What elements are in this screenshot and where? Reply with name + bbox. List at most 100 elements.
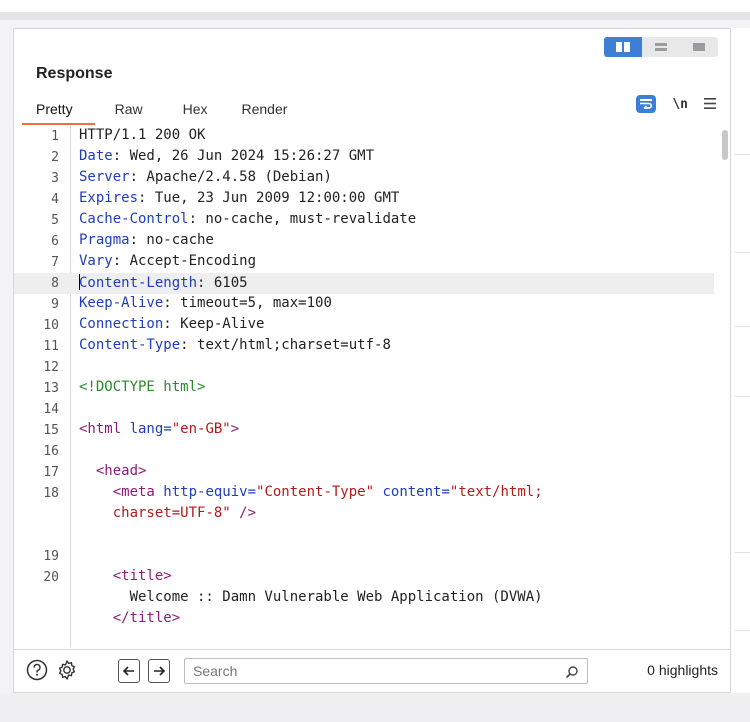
line-content: Vary: Accept-Encoding bbox=[79, 253, 256, 269]
code-line[interactable]: 13 <!DOCTYPE html> bbox=[14, 378, 714, 399]
editor-toolbar: \n bbox=[636, 95, 716, 113]
line-number: 19 bbox=[43, 549, 59, 564]
code-line[interactable]: 14 bbox=[14, 399, 714, 420]
token: http-equiv= bbox=[163, 484, 257, 500]
search-icon[interactable] bbox=[565, 664, 579, 683]
line-content: Cache-Control: no-cache, must-revalidate bbox=[79, 211, 416, 227]
line-content: Expires: Tue, 23 Jun 2009 12:00:00 GMT bbox=[79, 190, 399, 206]
tab-pretty[interactable]: Pretty bbox=[22, 93, 95, 125]
search-bar: 0 highlights bbox=[14, 649, 730, 692]
code-line[interactable]: 12 bbox=[14, 357, 714, 378]
split-view-icon[interactable] bbox=[604, 37, 642, 57]
status-strip bbox=[0, 693, 750, 722]
token: Date bbox=[79, 148, 113, 164]
line-content: <head> bbox=[79, 463, 147, 479]
horizontal-view-icon[interactable] bbox=[642, 37, 680, 57]
newline-toggle[interactable]: \n bbox=[672, 97, 688, 112]
line-number: 2 bbox=[51, 150, 59, 165]
top-divider bbox=[0, 12, 750, 20]
line-content: HTTP/1.1 200 OK bbox=[79, 127, 205, 143]
view-tabs: Pretty Raw Hex Render bbox=[22, 93, 309, 125]
line-content: Keep-Alive: timeout=5, max=100 bbox=[79, 295, 332, 311]
line-content: Date: Wed, 26 Jun 2024 15:26:27 GMT bbox=[79, 148, 374, 164]
token: "Content-Type" bbox=[256, 484, 375, 500]
code-line[interactable]: </title> bbox=[14, 609, 714, 630]
single-view-icon[interactable] bbox=[680, 37, 718, 57]
token: Vary bbox=[79, 253, 113, 269]
line-number: 14 bbox=[43, 402, 59, 417]
token: : text/html;charset=utf-8 bbox=[180, 337, 391, 353]
code-line[interactable]: 15 <html lang="en-GB"> bbox=[14, 420, 714, 441]
help-icon[interactable] bbox=[26, 659, 48, 681]
code-line[interactable]: 9 Keep-Alive: timeout=5, max=100 bbox=[14, 294, 714, 315]
token: </title> bbox=[112, 610, 181, 626]
token: <!DOCTYPE html> bbox=[79, 379, 206, 395]
forward-arrow-icon[interactable] bbox=[148, 659, 170, 683]
line-content: <!DOCTYPE html> bbox=[79, 379, 205, 395]
line-number: 1 bbox=[51, 129, 59, 144]
line-number: 9 bbox=[51, 297, 59, 312]
line-content: Content-Type: text/html;charset=utf-8 bbox=[79, 337, 391, 353]
code-line[interactable]: 3 Server: Apache/2.4.58 (Debian) bbox=[14, 168, 714, 189]
code-line[interactable]: 19 bbox=[14, 546, 714, 567]
line-content: Pragma: no-cache bbox=[79, 232, 214, 248]
code-line[interactable]: 4 Expires: Tue, 23 Jun 2009 12:00:00 GMT bbox=[14, 189, 714, 210]
token: : Wed, 26 Jun 2024 15:26:27 GMT bbox=[112, 148, 375, 164]
code-line[interactable]: 11 Content-Type: text/html;charset=utf-8 bbox=[14, 336, 714, 357]
code-line[interactable]: 1 HTTP/1.1 200 OK bbox=[14, 126, 714, 147]
line-number: 6 bbox=[51, 234, 59, 249]
tab-hex[interactable]: Hex bbox=[165, 93, 230, 125]
search-input[interactable] bbox=[193, 662, 553, 680]
token: /> bbox=[239, 505, 257, 521]
token: > bbox=[230, 421, 240, 437]
wrap-lines-icon[interactable] bbox=[636, 95, 657, 113]
line-number: 17 bbox=[43, 465, 59, 480]
code-line[interactable] bbox=[14, 525, 714, 546]
line-number: 4 bbox=[51, 192, 59, 207]
line-number: 18 bbox=[43, 486, 59, 501]
code-line[interactable]: 18 <meta http-equiv="Content-Type" conte… bbox=[14, 483, 714, 504]
line-content: charset=UTF-8" /> bbox=[79, 505, 256, 521]
code-line[interactable]: 6 Pragma: no-cache bbox=[14, 231, 714, 252]
token: Content-Length bbox=[79, 275, 198, 291]
code-line[interactable]: 8 Content-Length: 6105 bbox=[14, 273, 714, 294]
token: <title> bbox=[112, 568, 172, 584]
token: : Tue, 23 Jun 2009 12:00:00 GMT bbox=[138, 190, 400, 206]
code-line[interactable]: 2 Date: Wed, 26 Jun 2024 15:26:27 GMT bbox=[14, 147, 714, 168]
code-line[interactable]: 16 bbox=[14, 441, 714, 462]
line-number: 7 bbox=[51, 255, 59, 270]
code-line[interactable]: 20 <title> bbox=[14, 567, 714, 588]
code-line[interactable]: 5 Cache-Control: no-cache, must-revalidat… bbox=[14, 210, 714, 231]
line-content: Content-Length: 6105 bbox=[79, 274, 248, 291]
token: charset=UTF-8" bbox=[112, 505, 231, 521]
line-number: 3 bbox=[51, 171, 59, 186]
token: Cache-Control bbox=[79, 211, 189, 227]
code-line[interactable]: 17 <head> bbox=[14, 462, 714, 483]
line-content: </title> bbox=[79, 610, 180, 626]
back-arrow-icon[interactable] bbox=[118, 659, 140, 683]
code-line[interactable]: Welcome :: Damn Vulnerable Web Applicati… bbox=[14, 588, 714, 609]
vertical-scrollbar[interactable] bbox=[722, 130, 728, 160]
search-field bbox=[184, 658, 588, 684]
token: Connection bbox=[79, 316, 164, 332]
token: lang= bbox=[129, 421, 172, 437]
line-number: 10 bbox=[43, 318, 59, 333]
line-content: <meta http-equiv="Content-Type" content=… bbox=[79, 484, 543, 500]
token: Server bbox=[79, 169, 130, 185]
code-line[interactable]: charset=UTF-8" /> bbox=[14, 504, 714, 525]
layout-toggle bbox=[604, 37, 718, 57]
code-line[interactable] bbox=[14, 630, 714, 647]
line-number: 20 bbox=[43, 570, 59, 585]
tab-raw[interactable]: Raw bbox=[95, 93, 165, 125]
settings-icon[interactable] bbox=[56, 659, 78, 681]
response-editor[interactable]: 1 HTTP/1.1 200 OK 2 Date: Wed, 26 Jun 2024 … bbox=[14, 126, 730, 647]
menu-icon[interactable] bbox=[704, 96, 716, 112]
tab-render[interactable]: Render bbox=[230, 93, 310, 125]
code-line[interactable]: 7 Vary: Accept-Encoding bbox=[14, 252, 714, 273]
code-line[interactable]: 10 Connection: Keep-Alive bbox=[14, 315, 714, 336]
